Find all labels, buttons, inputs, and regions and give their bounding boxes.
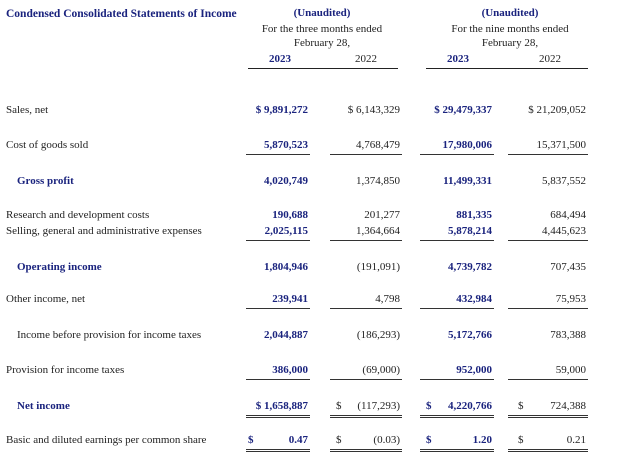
cell-gross-9m-2023: 11,499,331 — [443, 175, 492, 187]
rule-cogs-9m-2023 — [420, 154, 494, 155]
dbl-rule-net-9m-2022 — [508, 415, 588, 418]
rule-cogs-9m-2022 — [508, 154, 588, 155]
row-label-income-before-tax: Income before provision for income taxes — [17, 329, 202, 341]
three-months-period-line1: For the three months ended — [261, 23, 383, 35]
rule-sga-9m-2022 — [508, 240, 588, 241]
cell-sales-9m-2023: $ 29,479,337 — [434, 104, 492, 116]
row-label-operating-income: Operating income — [17, 261, 102, 273]
cell-tax-9m-2023: 952,000 — [456, 364, 492, 376]
cell-rnd-9m-2023: 881,335 — [456, 209, 492, 221]
cell-eps-9m-2022: 0.21 — [566, 434, 586, 446]
cell-net-q3-2022: (117,293) — [357, 400, 400, 412]
cell-gross-9m-2022: 5,837,552 — [542, 175, 586, 187]
cell-other-q3-2023: 239,941 — [272, 293, 308, 305]
rule-other-q3-2023 — [246, 308, 310, 309]
rule-tax-q3-2023 — [246, 379, 310, 380]
cell-sales-q3-2022: $ 6,143,329 — [347, 104, 400, 116]
three-months-year-2022: 2022 — [355, 53, 377, 65]
row-label-provision-tax: Provision for income taxes — [6, 364, 125, 376]
rule-sga-9m-2023 — [420, 240, 494, 241]
cell-net-9m-2023: 4,220,766 — [448, 400, 492, 412]
dbl-rule-eps-9m-2022 — [508, 449, 588, 452]
dbl-rule-eps-q3-2022 — [330, 449, 402, 452]
row-label-sales: Sales, net — [6, 104, 49, 116]
cell-other-q3-2022: 4,798 — [375, 293, 400, 305]
rule-tax-9m-2023 — [420, 379, 494, 380]
rule-cogs-q3-2023 — [246, 154, 310, 155]
rule-tax-q3-2022 — [330, 379, 402, 380]
three-months-period-line2: February 28, — [293, 37, 351, 49]
cell-sales-q3-2023: $ 9,891,272 — [255, 104, 308, 116]
nine-months-period-line2: February 28, — [481, 37, 539, 49]
row-label-gross-profit: Gross profit — [17, 175, 74, 187]
cell-gross-q3-2023: 4,020,749 — [264, 175, 308, 187]
cell-other-9m-2023: 432,984 — [456, 293, 492, 305]
cell-sga-q3-2022: 1,364,664 — [356, 225, 400, 237]
cell-cogs-9m-2023: 17,980,006 — [442, 139, 493, 151]
rule-other-q3-2022 — [330, 308, 402, 309]
cell-sga-q3-2023: 2,025,115 — [264, 225, 308, 237]
cell-opinc-q3-2022: (191,091) — [356, 261, 400, 273]
cell-ibt-q3-2022: (186,293) — [356, 329, 400, 341]
row-label-sga: Selling, general and administrative expe… — [6, 225, 202, 237]
rule-other-9m-2022 — [508, 308, 588, 309]
rule-other-9m-2023 — [420, 308, 494, 309]
nine-months-unaudited: (Unaudited) — [481, 7, 539, 19]
three-months-year-2023: 2023 — [269, 53, 291, 65]
cell-opinc-9m-2022: 707,435 — [550, 261, 586, 273]
cell-rnd-q3-2023: 190,688 — [272, 209, 308, 221]
dbl-rule-eps-q3-2023 — [246, 449, 310, 452]
cell-eps-9m-2023: 1.20 — [472, 434, 492, 446]
page-title: Condensed Consolidated Statements of Inc… — [6, 8, 237, 20]
cell-ibt-9m-2023: 5,172,766 — [448, 329, 492, 341]
dbl-rule-net-q3-2022 — [330, 415, 402, 418]
cell-opinc-q3-2023: 1,804,946 — [264, 261, 308, 273]
nine-months-year-2022: 2022 — [539, 53, 561, 65]
cell-ibt-9m-2022: 783,388 — [550, 329, 586, 341]
cell-ibt-q3-2023: 2,044,887 — [264, 329, 308, 341]
dbl-rule-net-q3-2023 — [246, 415, 310, 418]
cell-sga-9m-2022: 4,445,623 — [542, 225, 586, 237]
rule-sga-q3-2023 — [246, 240, 310, 241]
nine-months-period-line1: For the nine months ended — [451, 23, 569, 35]
rule-cogs-q3-2022 — [330, 154, 402, 155]
nine-months-year-2023: 2023 — [447, 53, 469, 65]
cell-eps-q3-2023: 0.47 — [288, 434, 308, 446]
cell-gross-q3-2022: 1,374,850 — [356, 175, 400, 187]
cell-cogs-q3-2022: 4,768,479 — [356, 139, 400, 151]
cell-cogs-q3-2023: 5,870,523 — [264, 139, 308, 151]
cell-other-9m-2022: 75,953 — [555, 293, 586, 305]
row-label-eps: Basic and diluted earnings per common sh… — [6, 434, 207, 446]
cell-opinc-9m-2023: 4,739,782 — [448, 261, 492, 273]
nine-months-header-rule — [426, 68, 588, 69]
cell-rnd-q3-2022: 201,277 — [364, 209, 400, 221]
row-label-net-income: Net income — [17, 400, 70, 412]
cell-tax-9m-2022: 59,000 — [555, 364, 586, 376]
cell-tax-q3-2023: 386,000 — [272, 364, 308, 376]
row-label-other-income: Other income, net — [6, 293, 86, 305]
cell-net-9m-2022: 724,388 — [550, 400, 586, 412]
cell-net-q3-2023: $ 1,658,887 — [255, 400, 308, 412]
cell-sales-9m-2022: $ 21,209,052 — [528, 104, 586, 116]
cell-eps-q3-2022: (0.03) — [373, 434, 400, 446]
cell-sga-9m-2023: 5,878,214 — [448, 225, 492, 237]
rule-sga-q3-2022 — [330, 240, 402, 241]
cell-rnd-9m-2022: 684,494 — [550, 209, 586, 221]
three-months-header-rule — [248, 68, 398, 69]
dbl-rule-net-9m-2023 — [420, 415, 494, 418]
dbl-rule-eps-9m-2023 — [420, 449, 494, 452]
cell-tax-q3-2022: (69,000) — [362, 364, 400, 376]
three-months-unaudited: (Unaudited) — [293, 7, 351, 19]
rule-tax-9m-2022 — [508, 379, 588, 380]
row-label-cogs: Cost of goods sold — [6, 139, 89, 151]
row-label-rnd: Research and development costs — [6, 209, 150, 221]
cell-cogs-9m-2022: 15,371,500 — [536, 139, 587, 151]
